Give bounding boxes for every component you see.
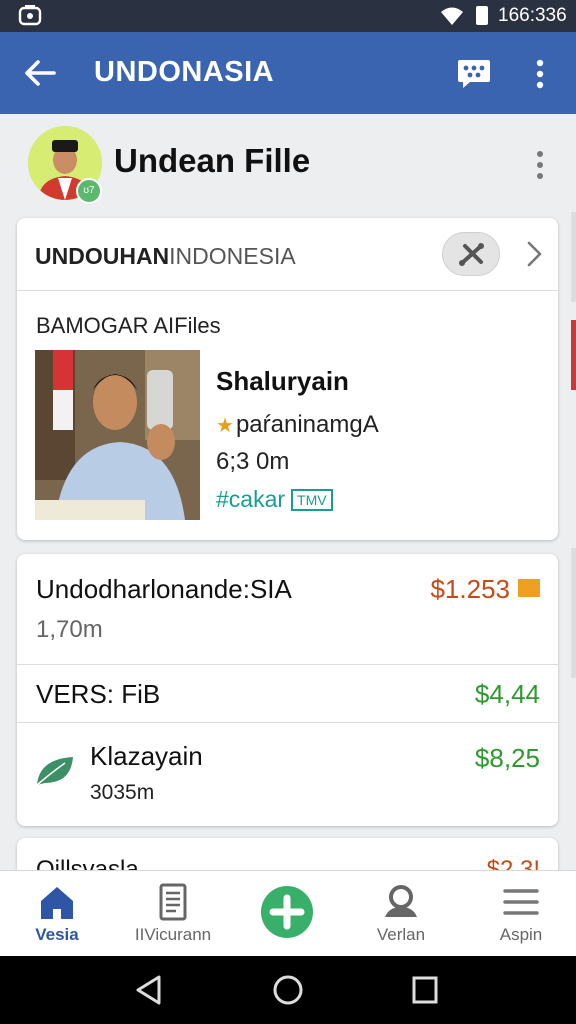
profile-name: Undean Fille (114, 142, 311, 179)
plus-icon (269, 894, 305, 930)
system-home-icon[interactable] (272, 974, 304, 1006)
home-icon (41, 887, 73, 919)
post-tag-text: #cakar (216, 486, 286, 512)
feature-card-title-bold: UNDOUHAN (35, 243, 170, 269)
nav-item-aspin[interactable]: Aspin (466, 871, 576, 957)
leaf-icon (36, 757, 73, 786)
list-item[interactable]: VERS: FiB $4,44 (17, 665, 558, 723)
prices-card: Undodharlonande:SIA 1,70m $1.253 VERS: F… (17, 554, 558, 826)
feature-card: UNDOUHANINDONESIA BAMOGAR AIFiles Shalur… (17, 218, 558, 540)
profile-icon (385, 885, 417, 917)
post-tag[interactable]: #cakar TMV (216, 486, 333, 513)
feature-card-title: UNDOUHANINDONESIA (35, 243, 296, 270)
star-icon: ★ (216, 415, 234, 437)
app-bar: UNDONASIA (0, 32, 576, 114)
menu-icon (503, 889, 539, 915)
document-icon (159, 883, 187, 921)
system-recents-icon[interactable] (411, 974, 439, 1006)
tv-badge: TMV (291, 489, 333, 511)
post-subtitle: ★paŕaninamgA (216, 411, 379, 439)
back-arrow-icon[interactable] (22, 55, 58, 91)
list-item-title: Undodharlonande:SIA (36, 574, 292, 604)
list-item[interactable]: Undodharlonande:SIA 1,70m $1.253 (17, 554, 558, 665)
mail-icon (518, 579, 540, 597)
system-navigation-bar (0, 956, 576, 1024)
list-item-subtitle: 1,70m (36, 616, 103, 643)
bottom-navigation: Vesia IIVicurann Verlan Aspin (0, 870, 576, 957)
feature-card-title-light: INDONESIA (169, 243, 296, 269)
battery-icon (476, 6, 488, 25)
tools-button[interactable] (442, 232, 500, 276)
list-item-price: $4,44 (474, 679, 540, 709)
notification-icon (18, 5, 42, 26)
list-item-title: VERS: FiB (36, 679, 161, 709)
post-photo[interactable] (35, 350, 200, 520)
overflow-menu-icon[interactable] (528, 57, 552, 91)
nav-item-vesia[interactable]: Vesia (2, 871, 112, 957)
list-item-price: $1.253 (430, 574, 540, 605)
profile-header: ʊ7 Undean Fille (0, 114, 576, 214)
app-title: UNDONASIA (94, 56, 275, 88)
post-author-name: Shaluryain (216, 366, 349, 396)
nav-label: Vesia (35, 925, 79, 944)
tools-icon (459, 243, 484, 266)
verified-badge: ʊ7 (76, 178, 102, 204)
list-item-subtitle: 3035m (90, 781, 155, 804)
nav-item-ilvicurann[interactable]: IIVicurann (118, 871, 228, 957)
edge-card (571, 548, 576, 678)
wifi-icon (441, 7, 463, 25)
nav-item-verlan[interactable]: Verlan (346, 871, 456, 957)
list-item[interactable]: Klazayain 3035m $8,25 (17, 723, 558, 826)
edge-card (571, 212, 576, 302)
status-bar: 166:336 (0, 0, 576, 32)
post-photo-image (35, 350, 200, 520)
nav-label: Verlan (376, 925, 426, 944)
list-item-price: $8,25 (474, 743, 540, 773)
chat-icon[interactable] (456, 54, 492, 90)
add-button[interactable] (261, 886, 313, 938)
system-back-icon[interactable] (134, 974, 164, 1006)
section-label: BAMOGAR AIFiles (36, 313, 221, 338)
edge-card (571, 320, 576, 390)
list-item-title: Klazayain (90, 741, 203, 771)
nav-label: Aspin (499, 925, 543, 944)
post-time: 6;3 0m (216, 448, 290, 475)
nav-label: IIVicurann (134, 925, 212, 944)
profile-more-icon[interactable] (530, 148, 550, 182)
list-item-price-text: $1.253 (430, 574, 510, 604)
feature-card-header[interactable]: UNDOUHANINDONESIA (17, 218, 558, 291)
status-time: 166:336 (498, 5, 567, 26)
post-subtitle-text: paŕaninamgA (235, 411, 379, 438)
chevron-right-icon[interactable] (523, 240, 545, 268)
